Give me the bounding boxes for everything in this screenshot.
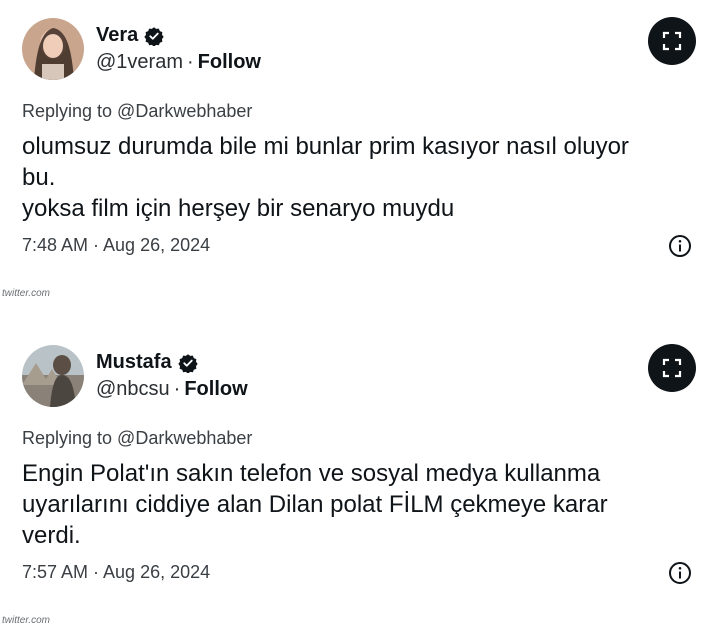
tweet-text-line: bu. bbox=[22, 164, 56, 191]
info-icon[interactable] bbox=[668, 234, 692, 258]
expand-icon bbox=[662, 31, 682, 51]
user-name-row: Vera bbox=[96, 24, 164, 47]
source-label: twitter.com bbox=[2, 615, 50, 626]
tweet-text-line: verdi. bbox=[22, 522, 81, 549]
handle-row: @nbcsu · Follow bbox=[96, 378, 248, 401]
tweet-card: Vera @1veram · Follow Replying to @Darkweb… bbox=[0, 0, 720, 300]
avatar-photo bbox=[22, 345, 84, 407]
follow-button[interactable]: Follow bbox=[184, 378, 247, 400]
tweet-card: Mustafa @nbcsu · Follow Replying to @Darkw… bbox=[0, 327, 720, 627]
tweet-text-line: Engin Polat'ın sakın telefon ve sosyal m… bbox=[22, 460, 601, 487]
user-handle[interactable]: @1veram bbox=[96, 51, 183, 73]
handle-row: @1veram · Follow bbox=[96, 51, 261, 74]
avatar-photo bbox=[22, 18, 84, 80]
verified-badge-icon bbox=[177, 353, 198, 373]
avatar[interactable] bbox=[22, 345, 84, 407]
tweet-text-line: yoksa film için herşey bir senaryo muydu bbox=[22, 195, 455, 222]
replying-to: Replying to @Darkwebhaber bbox=[22, 428, 253, 448]
user-handle[interactable]: @nbcsu bbox=[96, 378, 170, 400]
expand-button[interactable] bbox=[648, 17, 696, 65]
tweet-text: olumsuz durumda bile mi bunlar prim kası… bbox=[22, 131, 682, 224]
verified-badge-icon bbox=[144, 26, 164, 46]
info-icon[interactable] bbox=[668, 561, 692, 585]
separator: · bbox=[173, 378, 181, 400]
tweet-text: Engin Polat'ın sakın telefon ve sosyal m… bbox=[22, 458, 682, 551]
avatar[interactable] bbox=[22, 18, 84, 80]
timestamp[interactable]: 7:48 AM · Aug 26, 2024 bbox=[22, 235, 210, 256]
user-name-row: Mustafa bbox=[96, 351, 198, 374]
separator: · bbox=[187, 51, 194, 73]
timestamp[interactable]: 7:57 AM · Aug 26, 2024 bbox=[22, 562, 210, 583]
tweet-text-line: uyarılarını ciddiye alan Dilan polat FİL… bbox=[22, 491, 608, 518]
expand-icon bbox=[662, 358, 682, 378]
tweet-text-line: olumsuz durumda bile mi bunlar prim kası… bbox=[22, 133, 629, 160]
user-name[interactable]: Vera bbox=[96, 24, 138, 47]
replying-to: Replying to @Darkwebhaber bbox=[22, 101, 253, 121]
follow-button[interactable]: Follow bbox=[198, 51, 261, 73]
user-name[interactable]: Mustafa bbox=[96, 351, 172, 374]
expand-button[interactable] bbox=[648, 344, 696, 392]
source-label: twitter.com bbox=[2, 288, 50, 299]
